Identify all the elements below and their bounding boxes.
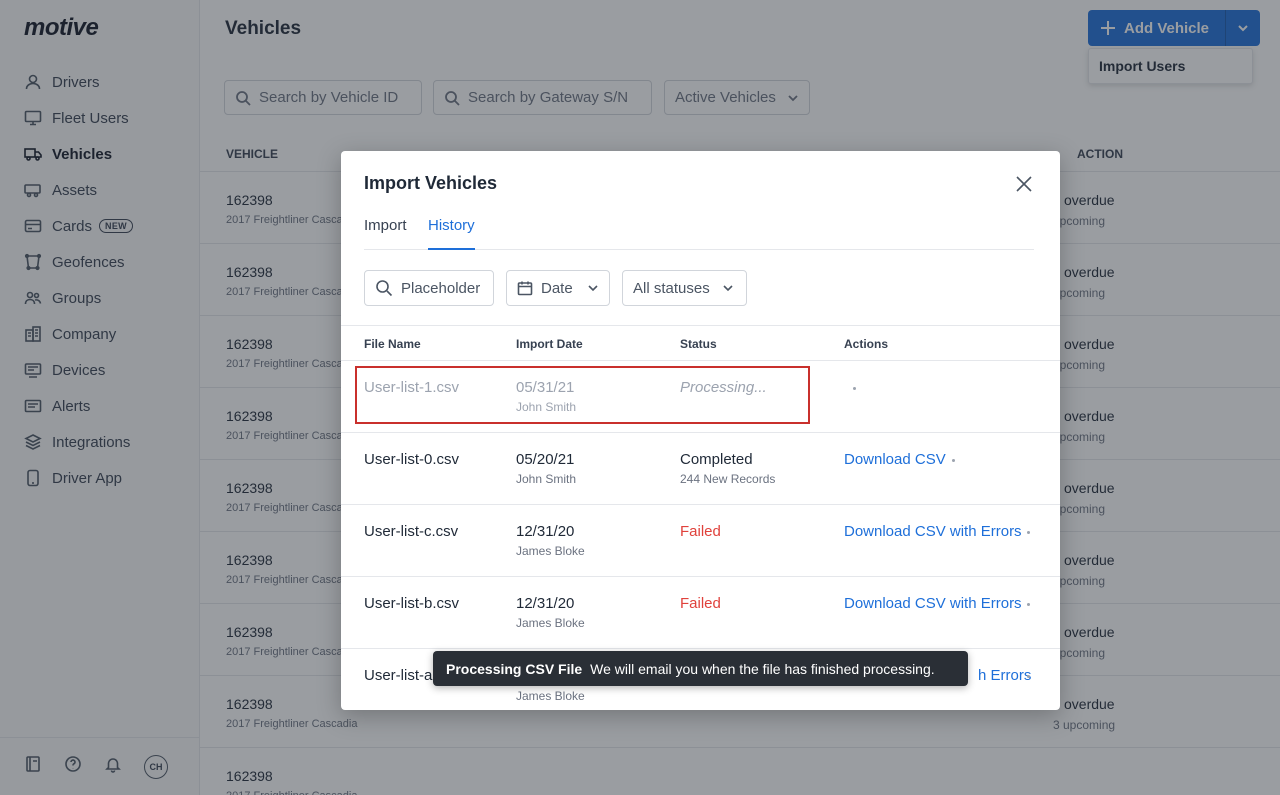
table-row[interactable]: User-list-b.csv 12/31/20 James Bloke Fai… [341,577,1060,649]
history-search-placeholder: Placeholder [401,279,481,297]
processing-row-highlight [355,366,810,424]
close-icon [1016,176,1032,192]
modal-tabs: Import History [364,213,1034,250]
status-filter-label: All statuses [633,279,710,297]
status-text: Failed [680,595,721,612]
calendar-icon [517,281,533,296]
date-filter-label: Date [541,279,573,297]
col-actions: Actions [844,337,889,351]
tab-import[interactable]: Import [364,217,407,250]
imported-by: James Bloke [516,689,585,703]
row-menu-dot[interactable] [853,387,856,390]
col-file-name: File Name [364,337,421,351]
table-row[interactable]: User-list-c.csv 12/31/20 James Bloke Fai… [341,505,1060,577]
file-name: User-list-c.csv [364,523,459,540]
modal-title: Import Vehicles [364,173,498,193]
status-detail: 244 New Records [680,472,776,486]
file-name: User-list-a [364,667,433,684]
imported-by: John Smith [516,472,577,486]
imported-by: James Bloke [516,616,585,630]
status-text: Failed [680,523,721,540]
close-button[interactable] [1013,173,1035,195]
chevron-down-icon [588,285,598,292]
search-icon [376,280,393,297]
status-text: Completed [680,451,753,468]
download-errors-link[interactable]: Download CSV with Errors [844,595,1022,612]
row-menu-dot[interactable] [1027,675,1030,678]
file-name: User-list-b.csv [364,595,460,612]
col-status: Status [680,337,717,351]
download-errors-link[interactable]: h Errors [978,667,1031,684]
history-search-input[interactable]: Placeholder [364,270,494,306]
toast-message: We will email you when the file has fini… [590,660,935,677]
import-date: 05/20/21 [516,451,575,468]
toast-title: Processing CSV File [446,660,583,677]
download-errors-link[interactable]: Download CSV with Errors [844,523,1022,540]
processing-toast: Processing CSV File We will email you wh… [433,651,968,686]
row-menu-dot[interactable] [1027,603,1030,606]
date-filter[interactable]: Date [506,270,610,306]
import-vehicles-modal: Import Vehicles Import History Placehold… [341,151,1060,710]
status-filter[interactable]: All statuses [622,270,747,306]
history-table-header: File Name Import Date Status Actions [341,325,1060,361]
imported-by: James Bloke [516,544,585,558]
import-date: 12/31/20 [516,595,575,612]
download-csv-link[interactable]: Download CSV [844,451,946,468]
row-menu-dot[interactable] [1027,531,1030,534]
col-import-date: Import Date [516,337,583,351]
row-menu-dot[interactable] [952,459,955,462]
import-date: 12/31/20 [516,523,575,540]
chevron-down-icon [723,285,733,292]
table-row[interactable]: User-list-0.csv 05/20/21 John Smith Comp… [341,433,1060,505]
tab-history[interactable]: History [428,217,475,250]
file-name: User-list-0.csv [364,451,460,468]
